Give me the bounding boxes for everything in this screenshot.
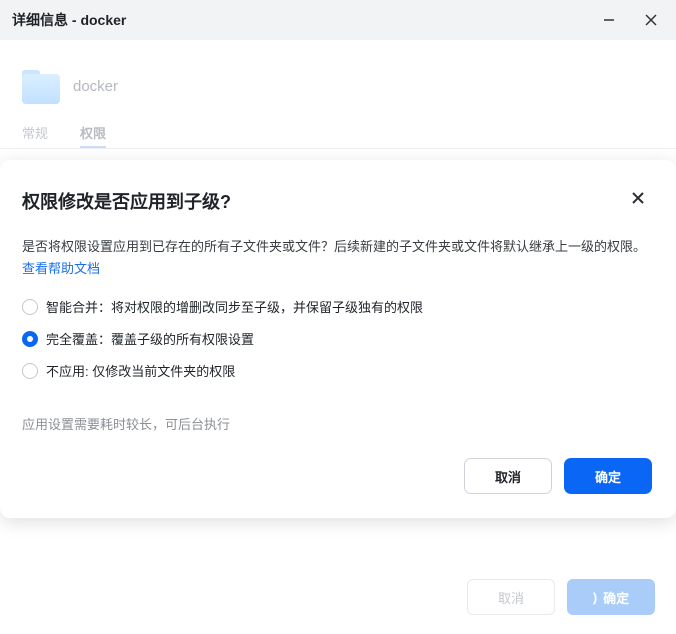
radio-full-overwrite[interactable] xyxy=(22,330,38,347)
option-full-overwrite-label: 完全覆盖：覆盖子级的所有权限设置 xyxy=(46,332,255,347)
option-not-apply[interactable]: 不应用: 仅修改当前文件夹的权限 xyxy=(22,361,235,380)
close-icon[interactable] xyxy=(628,188,648,208)
window-title: 详细信息 - docker xyxy=(12,12,127,28)
loading-spinner-icon: ) xyxy=(592,589,598,605)
window-ok-label: 确定 xyxy=(603,590,630,606)
option-smart-merge[interactable]: 智能合并：将对权限的增删改同步至子级，并保留子级独有的权限 xyxy=(22,297,423,316)
window-footer: 取消 ) 确定 xyxy=(467,579,655,615)
dialog-actions: 取消 确定 xyxy=(464,458,652,494)
folder-icon xyxy=(22,69,60,104)
cancel-button[interactable]: 取消 xyxy=(464,458,552,494)
radio-smart-merge[interactable] xyxy=(22,298,38,315)
help-doc-link[interactable]: 查看帮助文档 xyxy=(22,261,100,276)
window-cancel-button[interactable]: 取消 xyxy=(467,579,555,615)
radio-not-apply[interactable] xyxy=(22,362,38,379)
window-ok-button[interactable]: ) 确定 xyxy=(567,579,655,615)
description-text: 是否将权限设置应用到已存在的所有子文件夹或文件？后续新建的子文件夹或文件将默认继… xyxy=(22,239,647,254)
option-not-apply-label: 不应用: 仅修改当前文件夹的权限 xyxy=(46,364,236,379)
tab-general[interactable]: 常规 xyxy=(22,115,48,148)
window-header: docker xyxy=(0,40,676,115)
window-titlebar: 详细信息 - docker xyxy=(0,0,676,40)
folder-name: docker xyxy=(73,78,119,95)
confirm-button[interactable]: 确定 xyxy=(564,458,652,494)
option-smart-merge-label: 智能合并：将对权限的增删改同步至子级，并保留子级独有的权限 xyxy=(46,300,424,315)
dialog-description: 是否将权限设置应用到已存在的所有子文件夹或文件？后续新建的子文件夹或文件将默认继… xyxy=(22,236,658,280)
dialog-title: 权限修改是否应用到子级? xyxy=(22,192,231,212)
option-full-overwrite[interactable]: 完全覆盖：覆盖子级的所有权限设置 xyxy=(22,329,254,348)
minimize-icon[interactable] xyxy=(596,7,622,33)
window-tabs: 常规 权限 xyxy=(0,115,676,149)
dialog-note: 应用设置需要耗时较长，可后台执行 xyxy=(22,417,231,432)
apply-to-children-dialog: 权限修改是否应用到子级? 是否将权限设置应用到已存在的所有子文件夹或文件？后续新… xyxy=(0,160,676,518)
close-window-icon[interactable] xyxy=(638,7,664,33)
tab-permissions[interactable]: 权限 xyxy=(80,115,107,148)
